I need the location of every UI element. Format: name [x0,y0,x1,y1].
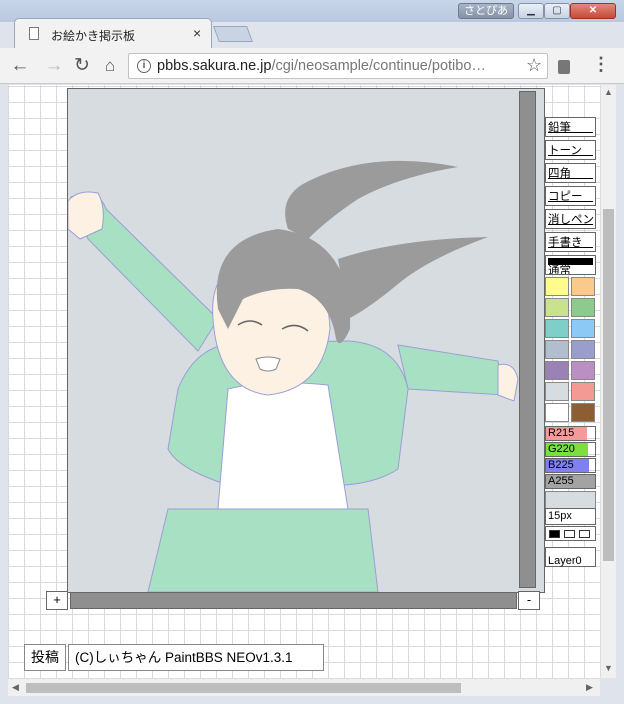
address-bar[interactable]: i pbbs.sakura.ne.jp/cgi/neosample/contin… [128,53,548,79]
palette-swatch[interactable] [571,319,595,338]
url-text[interactable]: pbbs.sakura.ne.jp/cgi/neosample/continue… [157,58,517,74]
reload-icon[interactable]: ↻ [70,54,94,78]
palette-swatch[interactable] [545,382,569,401]
page-viewport: + - 鉛筆 トーン 四角 コピー 消しペン 手書き 通常 R215 G220 … [8,85,600,678]
bookmark-star-icon[interactable]: ☆ [526,55,542,76]
layer-label: Layer0 [548,555,582,567]
page-vertical-scrollbar[interactable]: ▲ ▼ [600,85,616,678]
brush-size[interactable]: 15px [545,508,596,525]
url-host: pbbs.sakura.ne.jp [157,58,272,74]
canvas-artwork [67,160,519,593]
palette-swatch[interactable] [571,298,595,317]
palette-swatch[interactable] [571,403,595,422]
palette-swatch[interactable] [571,361,595,380]
tool-tone[interactable]: トーン [545,140,596,160]
tool-rectangle[interactable]: 四角 [545,163,596,183]
slider-label: A255 [548,475,574,487]
canvas-horizontal-scrollbar[interactable] [70,592,517,609]
profile-button[interactable]: さとぴあ [458,3,514,19]
palette-swatch[interactable] [545,277,569,296]
new-tab-button[interactable] [213,26,253,42]
layer-selector[interactable]: Layer0 [545,547,596,567]
palette-swatch[interactable] [545,319,569,338]
browser-toolbar: ← → ↻ ⌂ i pbbs.sakura.ne.jp/cgi/neosampl… [0,48,624,84]
scroll-up-icon[interactable]: ▲ [604,87,613,97]
red-slider[interactable]: R215 [545,426,596,441]
tool-blend-normal[interactable]: 通常 [545,255,596,275]
menu-icon[interactable]: ⋮ [592,54,610,75]
zoom-in-button[interactable]: + [46,591,68,610]
tool-copy[interactable]: コピー [545,186,596,206]
green-slider[interactable]: G220 [545,442,596,457]
tool-label: 通常 [548,265,571,275]
tab-close-icon[interactable]: × [193,25,201,41]
palette-swatch[interactable] [545,298,569,317]
scroll-left-icon[interactable]: ◀ [12,682,19,693]
mask-black[interactable] [549,530,560,538]
palette-swatch[interactable] [571,277,595,296]
page-icon [29,27,39,40]
slider-label: R215 [548,427,575,439]
window-left-border [0,84,8,704]
palette-swatch[interactable] [571,382,595,401]
info-icon[interactable]: i [137,59,151,73]
credit-text: (C)しぃちゃん PaintBBS NEOv1.3.1 [68,644,324,671]
blue-slider[interactable]: B225 [545,458,596,473]
page-horizontal-scrollbar[interactable]: ◀ ▶ [8,678,600,696]
tab-title: お絵かき掲示板 [51,29,136,43]
mask-white[interactable] [564,530,575,538]
slider-label: B225 [548,459,574,471]
submit-button[interactable]: 投稿 [24,644,66,671]
maximize-button[interactable]: ▢ [544,3,570,19]
brush-size-label: 15px [548,510,572,522]
scrollbar-thumb[interactable] [603,209,614,561]
alpha-slider[interactable]: A255 [545,474,596,489]
slider-label: G220 [548,443,575,455]
extension-icon[interactable] [558,60,570,74]
mask-none[interactable] [579,530,590,538]
mask-mode-selector[interactable] [545,526,596,541]
scrollbar-thumb[interactable] [26,683,461,693]
tool-eraser-pen[interactable]: 消しペン [545,209,596,229]
palette-swatch[interactable] [545,361,569,380]
tool-freehand[interactable]: 手書き [545,232,596,252]
color-preview [545,491,596,509]
tab-active[interactable]: お絵かき掲示板 × [14,18,212,48]
palette-swatch[interactable] [545,340,569,359]
minimize-button[interactable]: ▁ [518,3,544,19]
scroll-down-icon[interactable]: ▼ [604,663,613,673]
zoom-out-button[interactable]: - [518,591,540,610]
palette-swatch[interactable] [545,403,569,422]
url-path: /cgi/neosample/continue/potibo… [271,58,486,74]
tool-pencil[interactable]: 鉛筆 [545,117,596,137]
palette-swatch[interactable] [571,340,595,359]
current-color-bar [548,258,593,265]
forward-icon[interactable]: → [42,54,66,78]
drawing-canvas[interactable] [67,88,545,593]
back-icon[interactable]: ← [8,54,32,78]
canvas-vertical-scrollbar[interactable] [519,91,536,588]
home-icon[interactable]: ⌂ [98,54,122,78]
scroll-right-icon[interactable]: ▶ [586,682,593,693]
close-window-button[interactable]: ✕ [570,3,616,19]
